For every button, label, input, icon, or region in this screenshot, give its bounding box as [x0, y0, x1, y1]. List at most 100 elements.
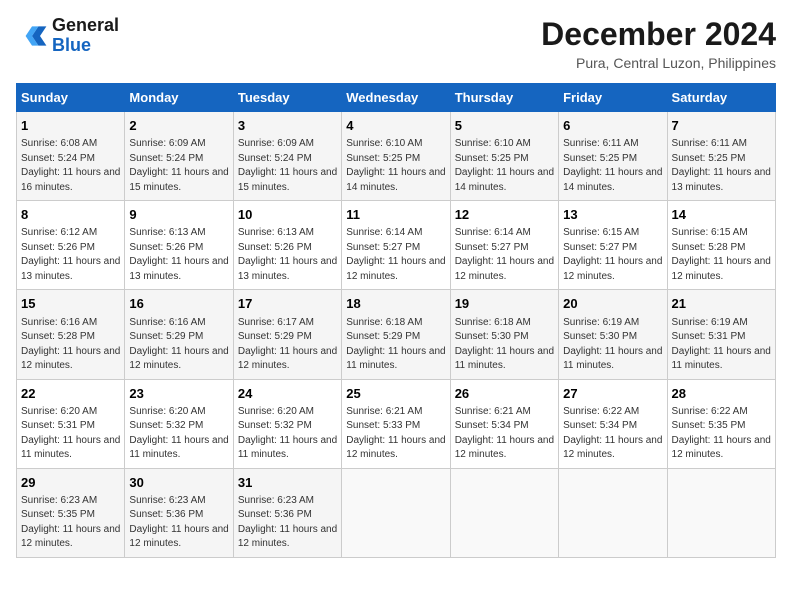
day-number: 24 [238, 385, 337, 403]
day-number: 31 [238, 474, 337, 492]
day-number: 4 [346, 117, 445, 135]
header-saturday: Saturday [667, 84, 775, 112]
day-number: 19 [455, 295, 554, 313]
header-tuesday: Tuesday [233, 84, 341, 112]
header-thursday: Thursday [450, 84, 558, 112]
day-info: Sunrise: 6:08 AM Sunset: 5:24 PM Dayligh… [21, 137, 120, 195]
calendar-week-2: 15 Sunrise: 6:16 AM Sunset: 5:28 PM Dayli… [17, 290, 776, 379]
table-row: 17Sunrise: 6:17 AM Sunset: 5:29 PM Dayli… [233, 290, 341, 379]
day-number: 26 [455, 385, 554, 403]
day-number: 11 [346, 206, 445, 224]
table-row: 26Sunrise: 6:21 AM Sunset: 5:34 PM Dayli… [450, 379, 558, 468]
day-info: Sunrise: 6:10 AM Sunset: 5:25 PM Dayligh… [346, 137, 445, 195]
day-info: Sunrise: 6:22 AM Sunset: 5:35 PM Dayligh… [672, 405, 771, 463]
title-block: December 2024 Pura, Central Luzon, Phili… [541, 16, 776, 71]
table-row: 22 Sunrise: 6:20 AM Sunset: 5:31 PM Dayli… [17, 379, 125, 468]
table-row: 1 Sunrise: 6:08 AM Sunset: 5:24 PM Daylig… [17, 112, 125, 201]
table-row: 6 Sunrise: 6:11 AM Sunset: 5:25 PM Daylig… [559, 112, 667, 201]
table-row: 13Sunrise: 6:15 AM Sunset: 5:27 PM Dayli… [559, 201, 667, 290]
table-row [450, 468, 558, 557]
table-row: 24 Sunrise: 6:20 AM Sunset: 5:32 PM Dayli… [233, 379, 341, 468]
day-number: 9 [129, 206, 228, 224]
calendar-week-0: 1 Sunrise: 6:08 AM Sunset: 5:24 PM Daylig… [17, 112, 776, 201]
table-row: 19 Sunrise: 6:18 AM Sunset: 5:30 PM Dayli… [450, 290, 558, 379]
table-row: 15 Sunrise: 6:16 AM Sunset: 5:28 PM Dayli… [17, 290, 125, 379]
location-subtitle: Pura, Central Luzon, Philippines [541, 55, 776, 71]
table-row: 5 Sunrise: 6:10 AM Sunset: 5:25 PM Daylig… [450, 112, 558, 201]
table-row: 21Sunrise: 6:19 AM Sunset: 5:31 PM Dayli… [667, 290, 775, 379]
day-info: Sunrise: 6:23 AM Sunset: 5:35 PM Dayligh… [21, 494, 120, 552]
day-number: 10 [238, 206, 337, 224]
day-info: Sunrise: 6:13 AM Sunset: 5:26 PM Dayligh… [129, 226, 228, 284]
day-number: 15 [21, 295, 120, 313]
table-row: 25Sunrise: 6:21 AM Sunset: 5:33 PM Dayli… [342, 379, 450, 468]
table-row: 7 Sunrise: 6:11 AM Sunset: 5:25 PM Daylig… [667, 112, 775, 201]
table-row: 28 Sunrise: 6:22 AM Sunset: 5:35 PM Dayli… [667, 379, 775, 468]
table-row: 12 Sunrise: 6:14 AM Sunset: 5:27 PM Dayli… [450, 201, 558, 290]
table-row: 16Sunrise: 6:16 AM Sunset: 5:29 PM Dayli… [125, 290, 233, 379]
day-info: Sunrise: 6:14 AM Sunset: 5:27 PM Dayligh… [455, 226, 554, 284]
logo-icon [16, 20, 48, 52]
day-number: 1 [21, 117, 120, 135]
table-row: 29Sunrise: 6:23 AM Sunset: 5:35 PM Dayli… [17, 468, 125, 557]
day-info: Sunrise: 6:14 AM Sunset: 5:27 PM Dayligh… [346, 226, 445, 284]
day-number: 25 [346, 385, 445, 403]
header-monday: Monday [125, 84, 233, 112]
day-info: Sunrise: 6:11 AM Sunset: 5:25 PM Dayligh… [672, 137, 771, 195]
table-row: 31 Sunrise: 6:23 AM Sunset: 5:36 PM Dayli… [233, 468, 341, 557]
table-row: 14 Sunrise: 6:15 AM Sunset: 5:28 PM Dayli… [667, 201, 775, 290]
day-number: 7 [672, 117, 771, 135]
day-info: Sunrise: 6:19 AM Sunset: 5:30 PM Dayligh… [563, 316, 662, 374]
day-info: Sunrise: 6:20 AM Sunset: 5:32 PM Dayligh… [238, 405, 337, 463]
day-number: 5 [455, 117, 554, 135]
calendar-week-4: 29Sunrise: 6:23 AM Sunset: 5:35 PM Dayli… [17, 468, 776, 557]
day-info: Sunrise: 6:09 AM Sunset: 5:24 PM Dayligh… [129, 137, 228, 195]
table-row: 8Sunrise: 6:12 AM Sunset: 5:26 PM Daylig… [17, 201, 125, 290]
day-info: Sunrise: 6:20 AM Sunset: 5:32 PM Dayligh… [129, 405, 228, 463]
day-number: 8 [21, 206, 120, 224]
calendar-week-1: 8Sunrise: 6:12 AM Sunset: 5:26 PM Daylig… [17, 201, 776, 290]
day-info: Sunrise: 6:09 AM Sunset: 5:24 PM Dayligh… [238, 137, 337, 195]
table-row: 3Sunrise: 6:09 AM Sunset: 5:24 PM Daylig… [233, 112, 341, 201]
day-number: 6 [563, 117, 662, 135]
table-row: 4 Sunrise: 6:10 AM Sunset: 5:25 PM Daylig… [342, 112, 450, 201]
day-info: Sunrise: 6:18 AM Sunset: 5:30 PM Dayligh… [455, 316, 554, 374]
table-row: 23 Sunrise: 6:20 AM Sunset: 5:32 PM Dayli… [125, 379, 233, 468]
table-row: 30Sunrise: 6:23 AM Sunset: 5:36 PM Dayli… [125, 468, 233, 557]
calendar-week-3: 22 Sunrise: 6:20 AM Sunset: 5:31 PM Dayli… [17, 379, 776, 468]
table-row: 9 Sunrise: 6:13 AM Sunset: 5:26 PM Daylig… [125, 201, 233, 290]
day-info: Sunrise: 6:15 AM Sunset: 5:27 PM Dayligh… [563, 226, 662, 284]
page-header: General Blue December 2024 Pura, Central… [16, 16, 776, 71]
day-info: Sunrise: 6:15 AM Sunset: 5:28 PM Dayligh… [672, 226, 771, 284]
calendar-header-row: Sunday Monday Tuesday Wednesday Thursday… [17, 84, 776, 112]
day-number: 28 [672, 385, 771, 403]
table-row: 20 Sunrise: 6:19 AM Sunset: 5:30 PM Dayli… [559, 290, 667, 379]
day-info: Sunrise: 6:11 AM Sunset: 5:25 PM Dayligh… [563, 137, 662, 195]
table-row [342, 468, 450, 557]
day-info: Sunrise: 6:16 AM Sunset: 5:28 PM Dayligh… [21, 316, 120, 374]
day-number: 27 [563, 385, 662, 403]
table-row: 11 Sunrise: 6:14 AM Sunset: 5:27 PM Dayli… [342, 201, 450, 290]
day-number: 18 [346, 295, 445, 313]
table-row: 27 Sunrise: 6:22 AM Sunset: 5:34 PM Dayli… [559, 379, 667, 468]
day-number: 2 [129, 117, 228, 135]
month-title: December 2024 [541, 16, 776, 53]
day-number: 20 [563, 295, 662, 313]
day-info: Sunrise: 6:13 AM Sunset: 5:26 PM Dayligh… [238, 226, 337, 284]
table-row: 2 Sunrise: 6:09 AM Sunset: 5:24 PM Daylig… [125, 112, 233, 201]
table-row [559, 468, 667, 557]
table-row: 18Sunrise: 6:18 AM Sunset: 5:29 PM Dayli… [342, 290, 450, 379]
day-number: 12 [455, 206, 554, 224]
day-info: Sunrise: 6:22 AM Sunset: 5:34 PM Dayligh… [563, 405, 662, 463]
day-info: Sunrise: 6:23 AM Sunset: 5:36 PM Dayligh… [238, 494, 337, 552]
day-number: 30 [129, 474, 228, 492]
calendar-table: Sunday Monday Tuesday Wednesday Thursday… [16, 83, 776, 558]
day-number: 22 [21, 385, 120, 403]
day-number: 14 [672, 206, 771, 224]
day-info: Sunrise: 6:19 AM Sunset: 5:31 PM Dayligh… [672, 316, 771, 374]
day-number: 23 [129, 385, 228, 403]
day-info: Sunrise: 6:20 AM Sunset: 5:31 PM Dayligh… [21, 405, 120, 463]
day-number: 17 [238, 295, 337, 313]
day-number: 16 [129, 295, 228, 313]
day-info: Sunrise: 6:10 AM Sunset: 5:25 PM Dayligh… [455, 137, 554, 195]
